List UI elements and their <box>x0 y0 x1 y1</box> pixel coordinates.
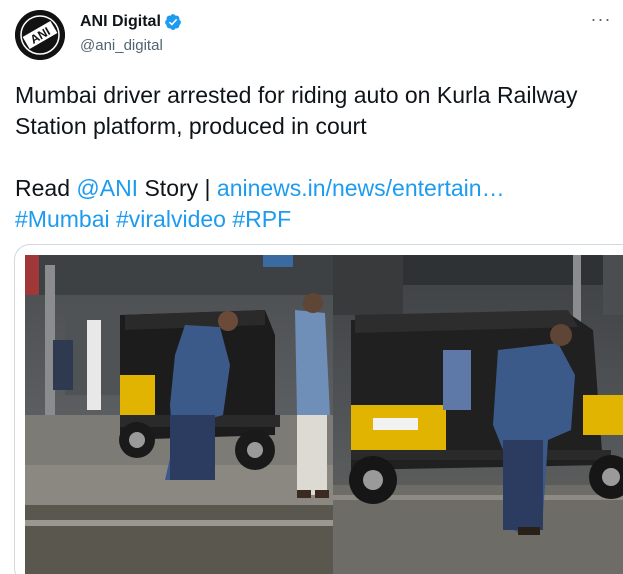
auto-rickshaw-photo <box>25 255 333 574</box>
tweet-text-line-4: Read @ANI Story | aninews.in/news/entert… <box>15 173 623 204</box>
hashtag-mumbai[interactable]: #Mumbai <box>15 206 110 232</box>
url-link[interactable]: aninews.in/news/entertain… <box>217 175 505 201</box>
ani-logo-icon: ANI <box>15 10 65 60</box>
media-container[interactable] <box>14 244 623 574</box>
read-label: Read <box>15 175 77 201</box>
tweet-text-line-2: Station platform, produced in court <box>15 113 367 139</box>
hashtag-line: #Mumbai #viralvideo #RPF <box>15 204 623 235</box>
mention-link[interactable]: @ANI <box>76 175 138 201</box>
hashtag-viralvideo[interactable]: #viralvideo <box>116 206 226 232</box>
auto-rickshaw-photo <box>333 255 623 574</box>
author-handle[interactable]: @ani_digital <box>80 37 163 54</box>
author-name-row[interactable]: ANI Digital <box>80 13 182 31</box>
verified-badge-icon <box>164 13 182 31</box>
tweet-text-line-1: Mumbai driver arrested for riding auto o… <box>15 82 578 108</box>
more-options-button[interactable]: ··· <box>586 8 616 30</box>
story-label: Story | <box>138 175 217 201</box>
avatar[interactable]: ANI <box>15 10 65 60</box>
tweet-text: Mumbai driver arrested for riding auto o… <box>15 80 623 235</box>
tweet-card[interactable]: ANI ANI Digital @ani_digital ··· Mumbai … <box>0 0 623 574</box>
photo-1[interactable] <box>25 255 333 574</box>
photo-2[interactable] <box>333 255 623 574</box>
hashtag-rpf[interactable]: #RPF <box>232 206 291 232</box>
more-options-icon: ··· <box>590 9 612 29</box>
display-name[interactable]: ANI Digital <box>80 13 161 31</box>
